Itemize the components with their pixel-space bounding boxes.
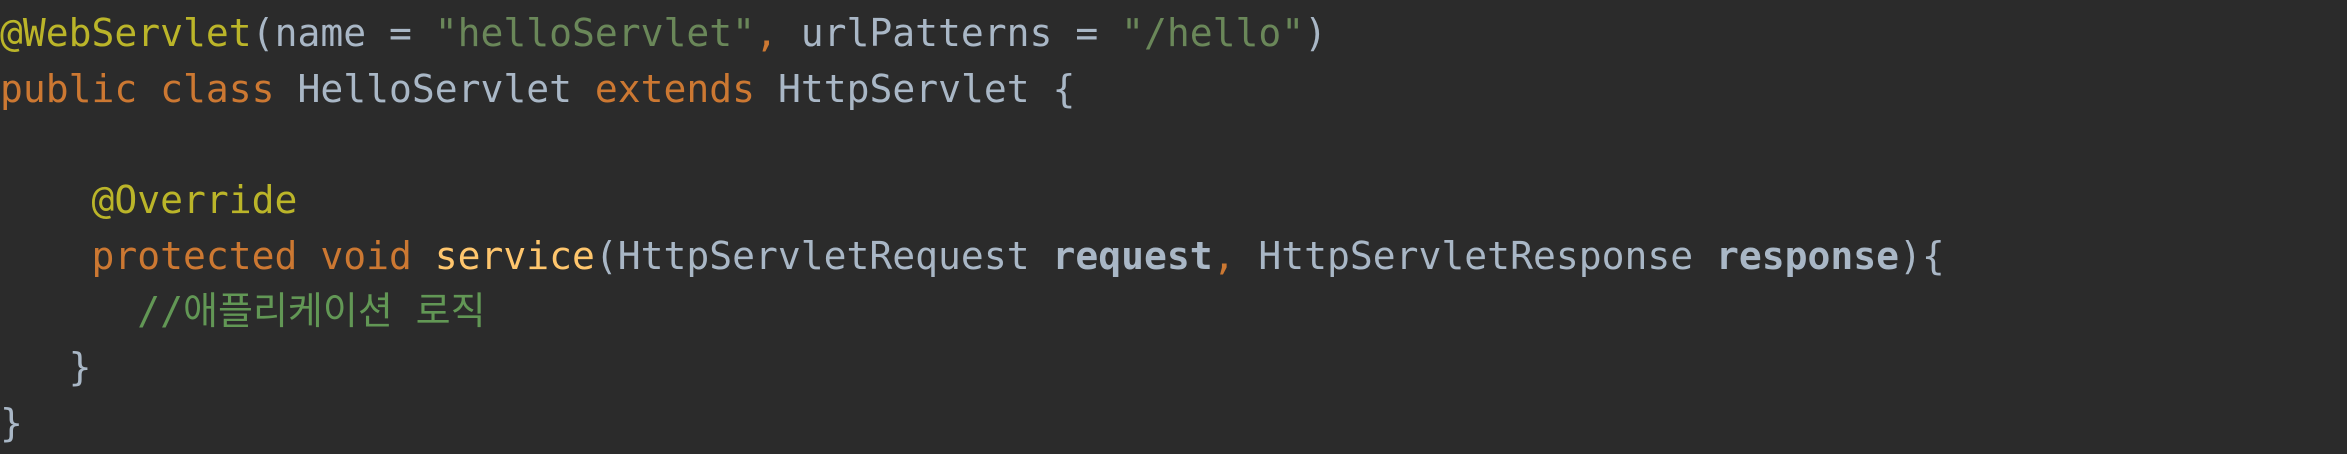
keyword-extends: extends xyxy=(594,67,756,111)
open-paren: ( xyxy=(251,11,275,55)
close-paren: ) xyxy=(1304,11,1327,55)
url-value-string: "/hello" xyxy=(1121,11,1305,55)
method-open-brace: ){ xyxy=(1899,234,1945,278)
request-param: request xyxy=(1052,234,1213,278)
class-close-brace: } xyxy=(0,401,23,445)
class-open-brace: { xyxy=(1052,67,1076,111)
method-close-brace: } xyxy=(68,345,92,389)
name-value-string: "helloServlet" xyxy=(434,11,756,55)
keyword-class: class xyxy=(160,67,275,111)
webservlet-annotation: @WebServlet xyxy=(0,11,252,55)
code-line-6: //애플리케이션 로직 xyxy=(0,283,486,339)
code-comment: //애플리케이션 로직 xyxy=(137,289,486,333)
keyword-void: void xyxy=(320,234,412,278)
keyword-public: public xyxy=(0,67,138,111)
comma-separator: , xyxy=(755,11,801,55)
response-param: response xyxy=(1715,234,1900,278)
request-type: HttpServletRequest xyxy=(617,234,1030,278)
url-patterns-attribute: urlPatterns = xyxy=(800,11,1122,55)
code-line-1: @WebServlet(name = "helloServlet", urlPa… xyxy=(0,5,1327,61)
override-annotation: @Override xyxy=(91,178,298,222)
code-editor[interactable]: @WebServlet(name = "helloServlet", urlPa… xyxy=(0,0,2347,454)
name-attribute: name = xyxy=(274,11,435,55)
response-type: HttpServletResponse xyxy=(1258,234,1694,278)
method-name: service xyxy=(434,234,595,278)
code-line-4: @Override xyxy=(0,172,298,228)
code-line-2: public class HelloServlet extends HttpSe… xyxy=(0,61,1075,117)
code-line-5: protected void service(HttpServletReques… xyxy=(0,228,1945,284)
open-paren: ( xyxy=(594,234,618,278)
code-line-7: } xyxy=(0,339,92,395)
code-line-8: } xyxy=(0,395,23,451)
comma-separator: , xyxy=(1212,234,1236,278)
parent-class-name: HttpServlet xyxy=(777,67,1030,111)
keyword-protected: protected xyxy=(91,234,298,278)
class-name: HelloServlet xyxy=(297,67,572,111)
